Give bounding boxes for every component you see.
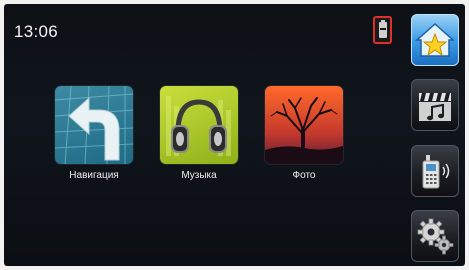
sidebar-item-phone[interactable] — [411, 144, 459, 197]
battery-icon[interactable] — [373, 16, 392, 44]
sidebar-item-media[interactable] — [411, 79, 459, 132]
sidebar-item-settings[interactable] — [411, 209, 459, 262]
app-music-label: Музыка — [181, 170, 217, 181]
app-music[interactable]: Музыка — [144, 86, 254, 196]
sidebar-item-home[interactable] — [411, 14, 459, 66]
photo-tree-icon — [265, 86, 343, 164]
app-navigation[interactable]: Навигация — [39, 86, 149, 196]
navigation-icon — [55, 86, 133, 164]
sidebar — [409, 8, 465, 266]
device-bezel: 13:06 Навигация Музыка Фото — [0, 0, 469, 270]
settings-gears-icon — [417, 218, 454, 255]
app-navigation-label: Навигация — [69, 170, 119, 181]
home-star-icon — [415, 22, 455, 57]
headphones-icon — [160, 86, 238, 164]
phone-icon — [422, 154, 450, 189]
app-photo[interactable]: Фото — [249, 86, 359, 196]
clock-time: 13:06 — [14, 22, 59, 41]
app-photo-label: Фото — [292, 170, 316, 181]
media-icon — [419, 93, 451, 122]
main-screen: 13:06 Навигация Музыка Фото — [4, 4, 465, 266]
